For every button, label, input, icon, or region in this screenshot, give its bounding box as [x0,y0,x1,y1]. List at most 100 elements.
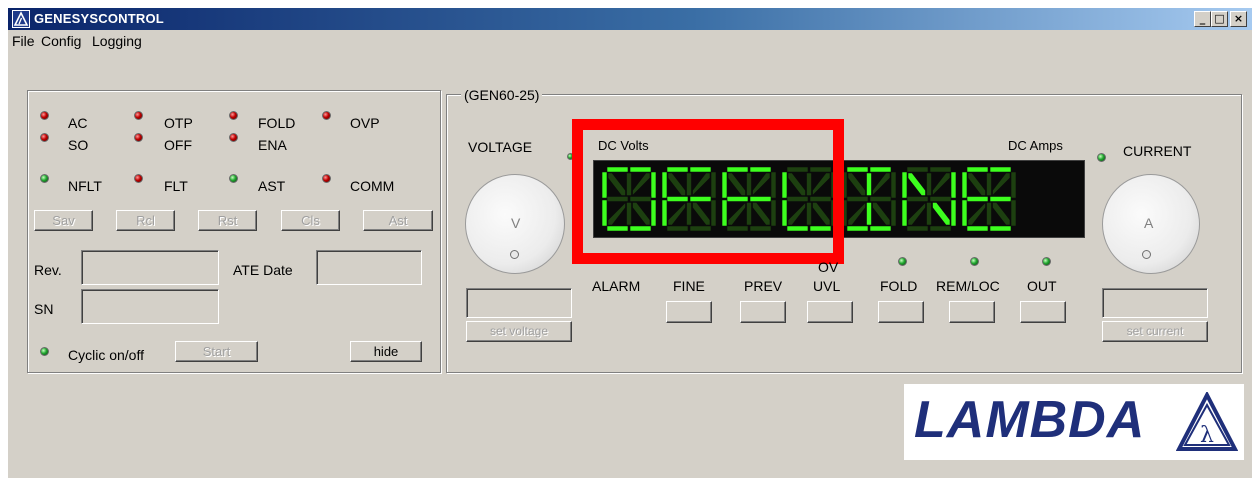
segment-a2 [989,166,1012,173]
segment-g2 [929,196,952,202]
segment-j [992,172,1011,197]
segment-h [847,172,866,196]
ast-button[interactable]: Ast [363,210,433,231]
segment-l [866,202,872,226]
menu-file[interactable]: File [12,33,35,49]
lambda-symbol-text: λ [1200,423,1214,448]
segment-i [866,172,872,196]
segment-f [961,171,968,199]
segment-l [926,202,932,226]
segment-i [986,172,992,196]
led-ovp [322,111,331,120]
title-bar[interactable]: GENESYSCONTROL _ □ × [8,8,1252,30]
led-otp [134,111,143,120]
cls-button[interactable]: Cls [281,210,340,231]
fine-button[interactable] [666,301,712,323]
display-char-6 [901,166,957,232]
menu-bar: File Config Logging [8,30,1252,50]
segment-g1 [846,196,869,202]
segment-d1 [846,225,869,232]
segment-j [932,172,951,197]
segment-g2 [989,196,1012,202]
rcl-button[interactable]: Rcl [116,210,175,231]
set-current-button[interactable]: set current [1102,321,1208,342]
display-char-5 [841,166,897,232]
led-remloc-switch [970,257,979,266]
segment-d2 [989,225,1012,232]
led-current [1097,153,1106,162]
label-comm: COMM [350,178,395,194]
voltage-knob-letter: V [511,215,521,231]
label-ast: AST [258,178,286,194]
segment-a1 [966,166,989,173]
highlight-box [572,119,844,264]
segment-a1 [846,166,869,173]
segment-d2 [869,225,892,232]
sn-label: SN [34,301,54,317]
cyclic-label: Cyclic on/off [68,347,144,363]
uvl-overlabel: OV [818,262,839,272]
current-input[interactable] [1102,288,1208,318]
segment-b [1010,171,1017,199]
voltage-knob-dot [510,250,519,259]
maximize-button[interactable]: □ [1211,11,1228,27]
fold-button[interactable] [878,301,924,323]
led-so [40,133,49,142]
segment-h [967,172,986,196]
sav-button[interactable]: Sav [34,210,93,231]
label-fold: FOLD [258,115,296,131]
ate-date-field[interactable] [316,250,422,285]
led-nflt [40,174,49,183]
voltage-input[interactable] [466,288,572,318]
set-voltage-button[interactable]: set voltage [466,321,572,342]
out-label: OUT [1027,278,1057,294]
menu-logging[interactable]: Logging [92,33,142,49]
segment-d1 [906,225,929,232]
segment-g1 [966,196,989,202]
segment-a2 [929,166,952,173]
supply-group-title: (GEN60-25) [461,87,543,103]
uvl-button[interactable] [807,301,853,323]
segment-a1 [906,166,929,173]
close-button[interactable]: × [1230,11,1247,27]
prev-button[interactable] [740,301,786,323]
alarm-label: ALARM [592,278,641,294]
segment-c [950,199,957,227]
remloc-label: REM/LOC [936,278,1000,294]
lambda-logo-text: LAMBDA [914,391,1146,449]
segment-c [1010,199,1017,227]
rev-field[interactable] [81,250,219,285]
rst-button[interactable]: Rst [198,210,257,231]
segment-d1 [966,225,989,232]
voltage-label: VOLTAGE [468,139,533,155]
app-logo-icon [12,10,30,28]
segment-m [872,202,891,226]
label-flt: FLT [164,178,188,194]
current-knob-dot [1142,250,1151,259]
remloc-button[interactable] [949,301,995,323]
segment-h [907,172,926,196]
hide-button[interactable]: hide [350,341,422,362]
led-flt [134,174,143,183]
current-knob-letter: A [1144,215,1154,231]
minimize-button[interactable]: _ [1194,11,1211,27]
led-out-switch [1042,257,1051,266]
lambda-logo: LAMBDA λ [904,384,1244,460]
led-cyclic [40,347,49,356]
out-button[interactable] [1020,301,1066,323]
segment-g1 [906,196,929,202]
led-ast [229,174,238,183]
uvl-label: UVL [813,278,841,294]
fine-label: FINE [673,278,705,294]
sn-field[interactable] [81,289,219,324]
rev-label: Rev. [34,262,62,278]
start-button[interactable]: Start [175,341,258,362]
segment-m [932,202,951,226]
segment-i [926,172,932,196]
segment-k [847,201,866,226]
label-so: SO [68,137,89,153]
menu-config[interactable]: Config [41,33,81,49]
segment-k [967,201,986,226]
label-ac: AC [68,115,88,131]
segment-k [907,201,926,226]
